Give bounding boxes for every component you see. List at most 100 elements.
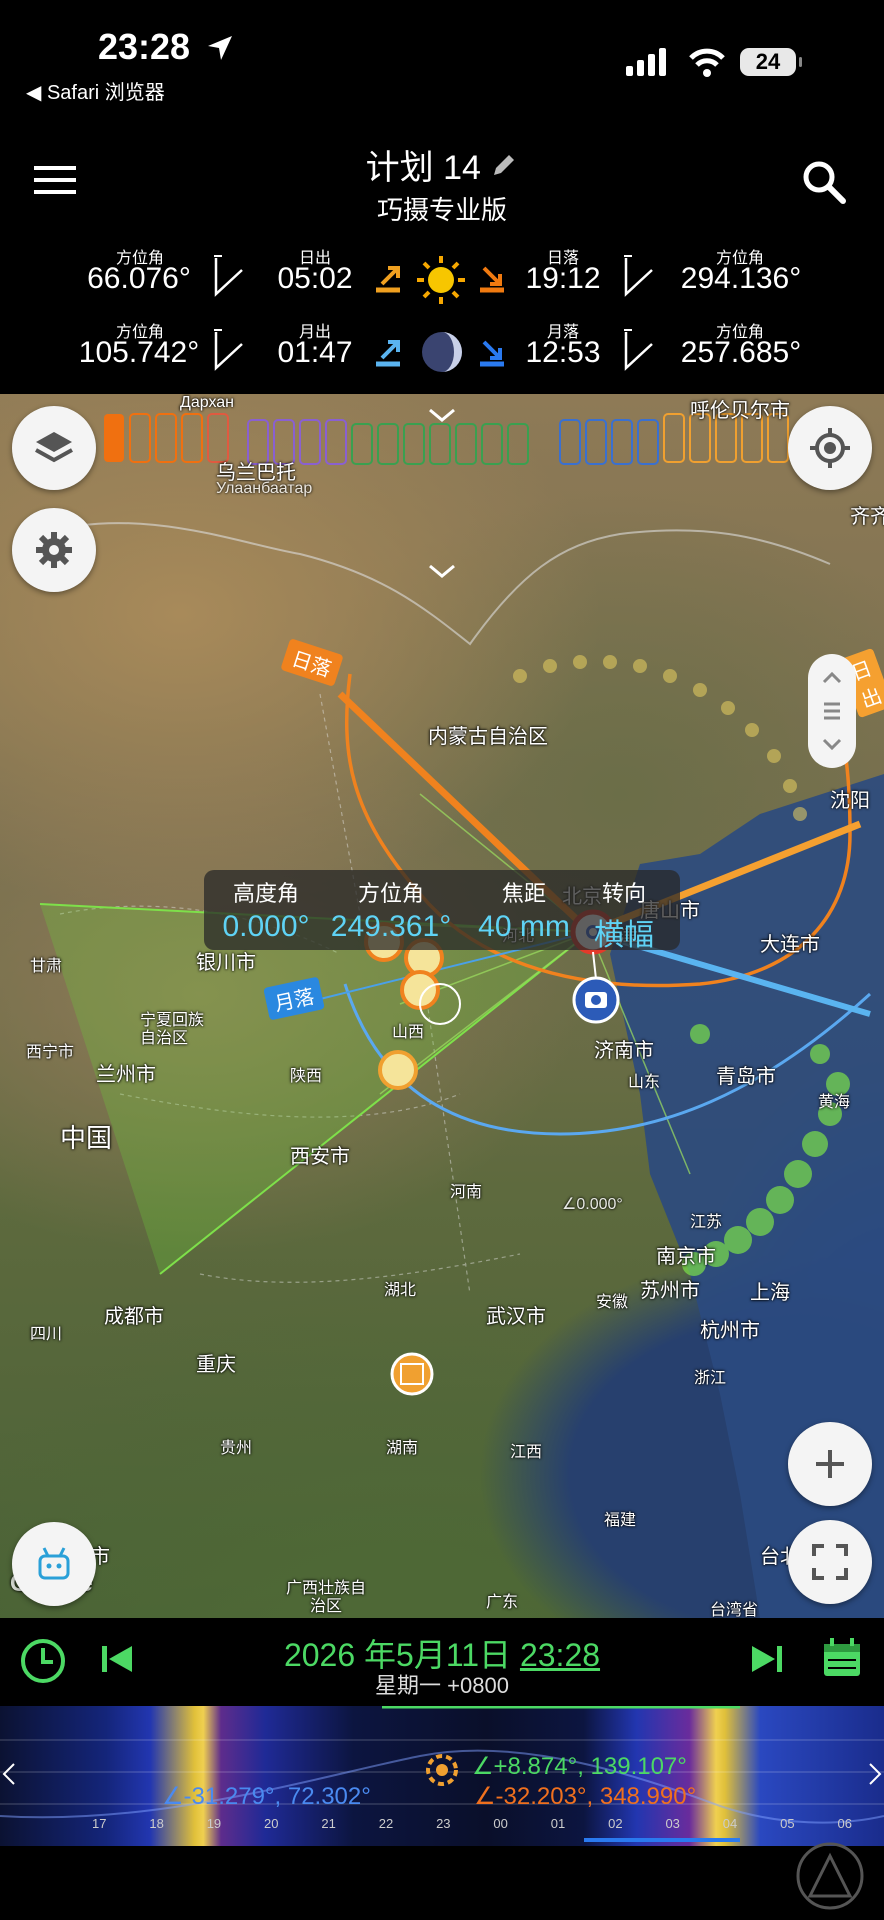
moonrise-azimuth-value: 105.742° xyxy=(78,336,200,369)
place-zhejiang: 浙江 xyxy=(694,1370,727,1387)
place-china: 中国 xyxy=(60,1123,113,1153)
hour-tick: 04 xyxy=(722,1816,738,1831)
fullscreen-button[interactable] xyxy=(788,1520,872,1604)
sunrise-arrow-icon xyxy=(376,266,400,293)
cellular-signal-icon xyxy=(626,48,666,76)
hour-tick: 00 xyxy=(493,1816,508,1831)
place-dalian: 大连市 xyxy=(760,934,820,956)
assistant-bot-button[interactable] xyxy=(12,1522,96,1606)
moonset-azimuth-value: 257.685° xyxy=(680,336,802,369)
hour-chips-strip xyxy=(104,413,789,465)
place-shandong: 山东 xyxy=(628,1074,661,1091)
place-wuhan: 武汉市 xyxy=(486,1306,546,1328)
sun-moon-timeline[interactable]: 17 18 19 20 21 22 23 00 01 02 03 04 05 06 ∠+8.874°, 1… xyxy=(0,1706,884,1846)
place-jiangsu: 江苏 xyxy=(690,1214,723,1231)
zoom-in-button[interactable] xyxy=(788,1422,872,1506)
fullscreen-icon xyxy=(812,1544,848,1580)
azimuth-label: 方位角 xyxy=(357,881,424,906)
sunset-azimuth-value: 294.136° xyxy=(680,262,802,295)
hour-tick: 17 xyxy=(92,1816,107,1831)
location-arrow-icon xyxy=(208,36,232,60)
layers-icon xyxy=(35,432,73,463)
place-nanjing: 南京市 xyxy=(656,1246,716,1268)
place-ulaanbaatar-mn: Улаанбаатар xyxy=(216,480,313,497)
scroll-handle-icon xyxy=(822,671,842,751)
timeline-hours: 17 18 19 20 21 22 23 00 01 02 03 04 05 06 xyxy=(92,1816,852,1831)
place-hunan: 湖南 xyxy=(386,1440,419,1457)
battery-indicator: 24 xyxy=(740,48,802,76)
robot-icon xyxy=(38,1547,70,1580)
focal-value: 40 mm xyxy=(478,910,570,943)
place-suzhou: 苏州市 xyxy=(640,1280,700,1302)
skip-forward-icon[interactable] xyxy=(750,1642,784,1676)
place-jiangxi: 江西 xyxy=(510,1444,543,1461)
orientation-value: 横幅 xyxy=(594,919,654,952)
focal-label: 焦距 xyxy=(501,881,546,906)
place-yellow-sea: 黄海 xyxy=(818,1094,851,1111)
hour-tick: 20 xyxy=(264,1816,279,1831)
crosshair-icon xyxy=(810,428,850,468)
place-henan: 河南 xyxy=(450,1184,483,1201)
place-hulunbuir: 呼伦贝尔市 xyxy=(690,400,790,422)
place-darkhan: Дархан xyxy=(180,394,235,411)
sunrise-azimuth-value: 66.076° xyxy=(87,262,191,295)
plan-title[interactable]: 计划 14 xyxy=(0,140,884,189)
place-anhui: 安徽 xyxy=(596,1294,629,1311)
search-icon[interactable] xyxy=(802,160,846,204)
place-jinan: 济南市 xyxy=(594,1040,654,1062)
hour-tick: 18 xyxy=(149,1816,164,1831)
app-subtitle: 巧摄专业版 xyxy=(376,195,507,225)
place-shenyang: 沈阳 xyxy=(830,790,870,812)
map-view[interactable]: Дархан 呼伦贝尔市 乌兰巴托 Улаанбаатар 齐齐 内蒙古自治区 … xyxy=(0,394,884,1618)
sun-icon xyxy=(417,256,465,304)
zoom-scroll-control[interactable] xyxy=(808,654,856,768)
place-hangzhou: 杭州市 xyxy=(700,1320,760,1342)
timeline-sun-marker-icon xyxy=(426,1754,458,1786)
calendar-icon[interactable] xyxy=(820,1636,864,1680)
plan-title-text: 计划 14 xyxy=(365,149,481,187)
edit-pencil-icon[interactable] xyxy=(490,151,518,179)
sunset-compass-icon xyxy=(624,255,653,297)
moonrise-arrow-icon xyxy=(376,340,400,367)
hour-tick: 06 xyxy=(837,1816,852,1831)
my-location-button[interactable] xyxy=(788,406,872,490)
settings-button[interactable] xyxy=(12,508,96,592)
place-fujian: 福建 xyxy=(604,1512,637,1529)
back-to-safari-link[interactable]: ◀ Safari 浏览器 xyxy=(26,76,165,105)
national-border xyxy=(39,522,831,646)
place-guangdong: 广东 xyxy=(486,1594,519,1611)
place-guangxi: 广西壮族自治区 xyxy=(286,1580,367,1615)
place-qingdao: 青岛市 xyxy=(716,1066,776,1088)
layers-button[interactable] xyxy=(12,406,96,490)
place-yinchuan: 银川市 xyxy=(196,952,256,974)
place-gansu: 甘肃 xyxy=(30,958,63,975)
altitude-value: 0.000° xyxy=(222,910,310,943)
camera-readout-panel[interactable]: 高度角 0.000° 方位角 249.361° 焦距 40 mm 转向 横幅 xyxy=(204,870,680,952)
pin-stem xyxy=(592,951,597,980)
hour-tick: 22 xyxy=(378,1816,394,1831)
moonset-arrow-icon xyxy=(480,340,504,367)
place-chongqing: 重庆 xyxy=(196,1354,236,1376)
moon-phase-icon xyxy=(422,332,462,372)
hour-tick: 05 xyxy=(780,1816,795,1831)
hour-tick: 23 xyxy=(436,1816,451,1831)
expand-chevron xyxy=(429,564,455,578)
place-xian: 西安市 xyxy=(290,1146,350,1168)
place-lanzhou: 兰州市 xyxy=(96,1064,156,1086)
sun-compass-icon xyxy=(214,255,243,297)
moon-compass-icon xyxy=(214,329,243,371)
place-sichuan: 四川 xyxy=(30,1326,63,1343)
sun-position-right-text: ∠-32.203°, 348.990° xyxy=(474,1783,697,1810)
gear-icon xyxy=(36,532,72,568)
place-guizhou: 贵州 xyxy=(220,1440,253,1457)
camera-marker xyxy=(572,976,620,1024)
wifi-icon xyxy=(689,48,725,77)
sunset-time: 19:12 xyxy=(525,262,601,295)
moon-position-text: ∠+8.874°, 139.107° xyxy=(472,1753,687,1780)
hour-tick: 02 xyxy=(608,1816,623,1831)
sunset-arrow-icon xyxy=(480,266,504,293)
place-ningxia: 宁夏回族自治区 xyxy=(140,1012,205,1047)
status-bar: 23:28 ◀ Safari 浏览器 24 xyxy=(0,0,884,120)
place-shanghai: 上海 xyxy=(750,1282,790,1304)
map-overlays xyxy=(39,408,884,1618)
